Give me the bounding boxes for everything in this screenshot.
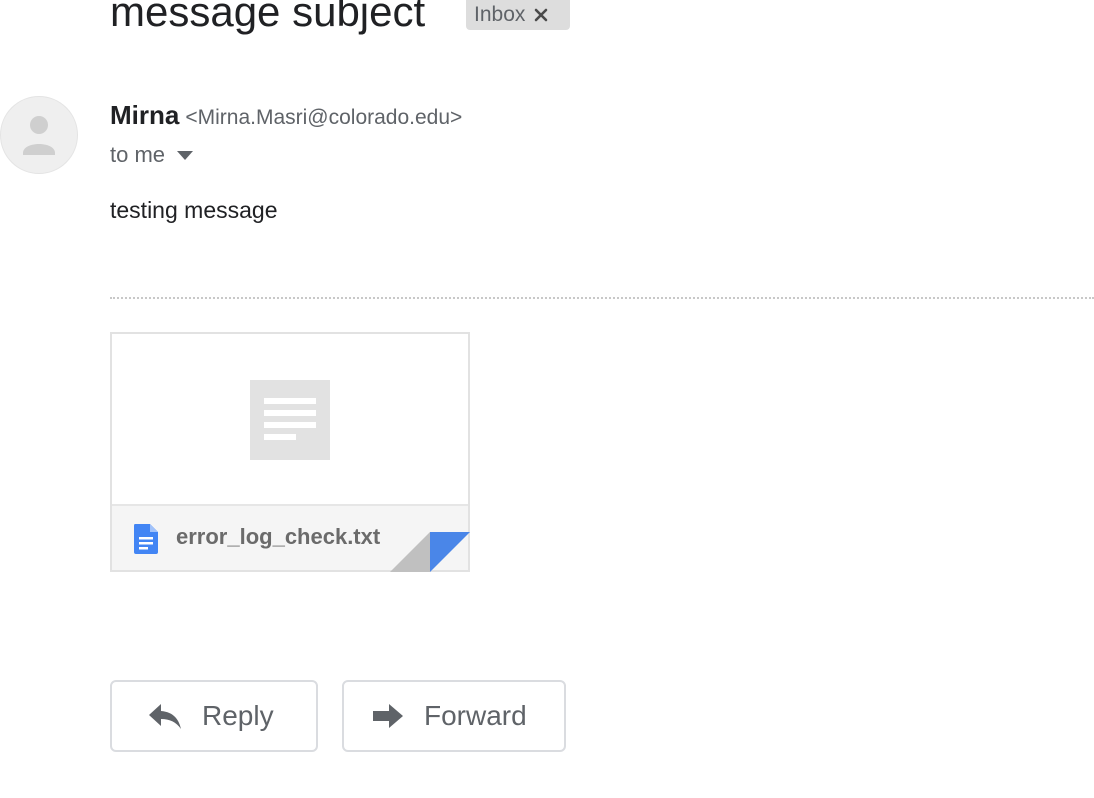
message-body: testing message <box>110 197 278 223</box>
text-document-icon <box>134 524 158 554</box>
inbox-label-text: Inbox <box>474 3 526 26</box>
sender-name[interactable]: Mirna <box>110 100 179 130</box>
reply-label: Reply <box>202 700 274 731</box>
attachment-divider <box>110 297 1094 299</box>
forward-button[interactable]: Forward <box>342 680 566 752</box>
recipient-line: to me <box>110 142 166 167</box>
close-icon[interactable] <box>534 8 548 22</box>
reply-arrow-icon <box>149 704 181 729</box>
default-person-icon <box>23 116 55 155</box>
chevron-down-icon[interactable] <box>177 150 194 160</box>
file-type-corner-icon <box>390 532 470 572</box>
sender-avatar[interactable] <box>0 96 78 174</box>
document-thumbnail-icon <box>250 380 330 460</box>
attachment-preview[interactable] <box>112 334 468 506</box>
recipient-details-toggle[interactable]: to me <box>110 142 194 168</box>
forward-arrow-icon <box>373 704 403 728</box>
reply-button[interactable]: Reply <box>110 680 318 752</box>
attachment-file-name[interactable]: error_log_check.txt <box>176 524 380 550</box>
attachment-card[interactable]: error_log_check.txt <box>110 332 470 572</box>
message-subject: message subject <box>110 0 426 35</box>
inbox-label-chip[interactable]: Inbox <box>466 0 570 30</box>
sender-email: <Mirna.Masri@colorado.edu> <box>185 106 463 129</box>
sender-line: Mirna <Mirna.Masri@colorado.edu> <box>110 100 462 131</box>
forward-label: Forward <box>424 700 527 731</box>
